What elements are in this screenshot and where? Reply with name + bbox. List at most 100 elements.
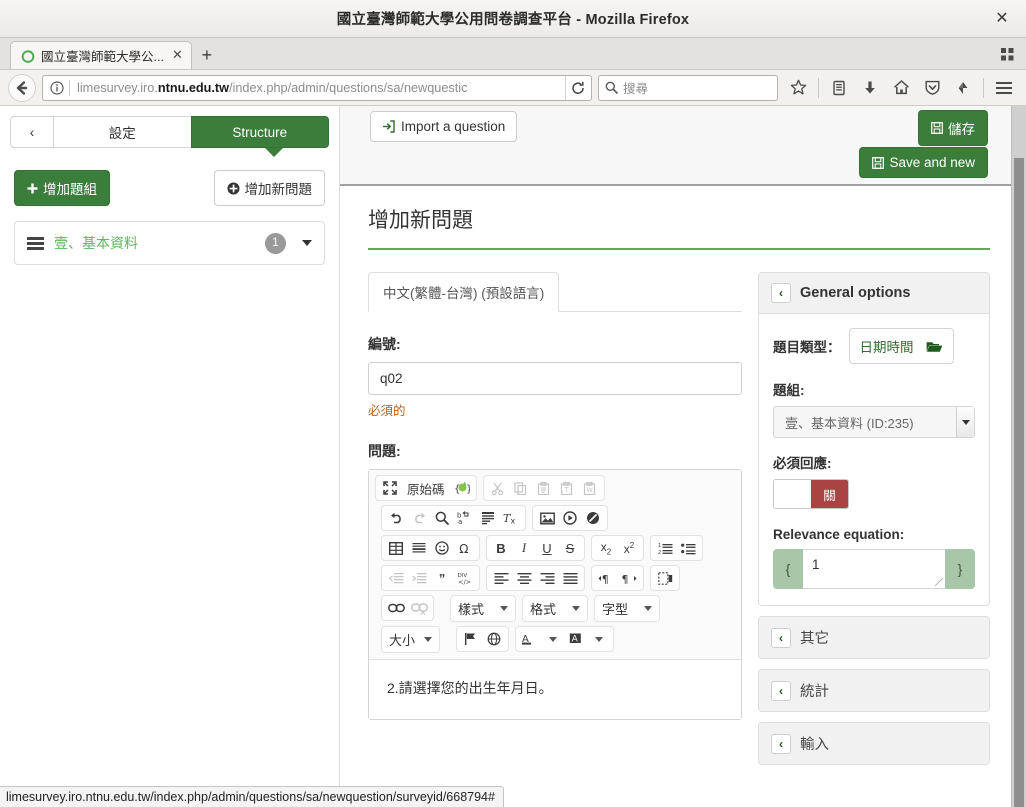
size-combo[interactable]: 大小 (381, 626, 441, 653)
chevron-left-icon[interactable]: ‹ (771, 680, 791, 701)
add-new-question-button[interactable]: 增加新問題 (213, 170, 325, 206)
sidebar-collapse-button[interactable]: ‹ (10, 116, 54, 148)
list-item[interactable]: 壹、基本資料 1 (14, 221, 325, 265)
styles-combo[interactable]: 樣式 (450, 595, 517, 622)
chevron-left-icon[interactable]: ‹ (771, 733, 791, 754)
flash-icon[interactable] (582, 508, 604, 528)
horizontal-rule-icon[interactable] (408, 538, 430, 558)
maximize-icon[interactable] (379, 478, 401, 498)
tab-default-language[interactable]: 中文(繁體-台灣) (預設語言) (368, 272, 560, 312)
other-options-header[interactable]: ‹ 其它 (759, 617, 989, 658)
image-icon[interactable] (536, 508, 558, 528)
import-question-button[interactable]: Import a question (370, 111, 518, 142)
subscript-icon[interactable]: x2 (595, 538, 617, 558)
input-options-header[interactable]: ‹ 輸入 (759, 723, 989, 764)
select-all-icon[interactable] (477, 508, 499, 528)
format-combo[interactable]: 格式 (522, 595, 589, 622)
save-and-new-button[interactable]: Save and new (859, 147, 988, 178)
text-color-caret-icon[interactable] (542, 629, 564, 649)
shield-icon[interactable] (918, 75, 946, 101)
media-embed-icon[interactable] (559, 508, 581, 528)
page-info-icon[interactable] (49, 80, 65, 96)
mandatory-toggle-on[interactable]: 關 (811, 480, 848, 508)
browser-tab[interactable]: 國立臺灣師範大學公... ✕ (10, 41, 192, 69)
superscript-icon[interactable]: x2 (618, 538, 640, 558)
bookmark-star-icon[interactable] (784, 75, 812, 101)
save-button[interactable]: 儲存 (918, 110, 988, 146)
code-input[interactable] (368, 362, 742, 395)
general-options-header[interactable]: ‹ General options (759, 273, 989, 314)
question-text-editable[interactable]: 2.請選擇您的出生年月日。 (369, 659, 741, 719)
list-all-tabs-icon[interactable] (996, 43, 1018, 65)
new-tab-button[interactable]: + (192, 41, 222, 69)
library-icon[interactable] (825, 75, 853, 101)
mandatory-toggle[interactable]: 關 (773, 479, 849, 509)
url-bar[interactable]: limesurvey.iro.ntnu.edu.tw/index.php/adm… (42, 74, 592, 101)
paste-as-text-icon[interactable]: T (556, 478, 578, 498)
question-type-button[interactable]: 日期時間 (848, 328, 954, 364)
blockquote-icon[interactable]: ” (431, 568, 453, 588)
indent-icon[interactable] (408, 568, 430, 588)
chevron-left-icon[interactable]: ‹ (771, 283, 791, 303)
link-icon[interactable] (385, 598, 407, 618)
mandatory-toggle-off[interactable] (774, 480, 811, 508)
search-input[interactable]: 搜尋 (623, 78, 648, 97)
strikethrough-icon[interactable]: S (559, 538, 581, 558)
align-center-icon[interactable] (513, 568, 535, 588)
page-break-icon[interactable] (654, 568, 676, 588)
underline-icon[interactable]: U (536, 538, 558, 558)
other-options-card[interactable]: ‹ 其它 (758, 616, 990, 659)
smiley-icon[interactable] (431, 538, 453, 558)
search-bar[interactable]: 搜尋 (598, 74, 778, 101)
background-color-icon[interactable]: A (565, 629, 587, 649)
flag-icon[interactable] (460, 629, 482, 649)
reload-icon[interactable] (565, 75, 589, 100)
cut-icon[interactable] (487, 478, 509, 498)
paste-from-word-icon[interactable]: W (579, 478, 601, 498)
templates-icon[interactable]: { } (451, 478, 473, 498)
downloads-icon[interactable] (856, 75, 884, 101)
unlink-icon[interactable] (408, 598, 430, 618)
undo-icon[interactable] (385, 508, 407, 528)
add-question-group-button[interactable]: 增加題組 (14, 170, 110, 206)
tab-close-icon[interactable]: ✕ (170, 48, 185, 63)
text-direction-rtl-icon[interactable]: ¶ (618, 568, 640, 588)
resize-grip-icon[interactable] (935, 578, 943, 586)
special-character-icon[interactable]: Ω (454, 538, 476, 558)
back-button-icon[interactable] (8, 73, 36, 102)
numbered-list-icon[interactable]: 1 2 (654, 538, 676, 558)
statistics-options-header[interactable]: ‹ 統計 (759, 670, 989, 711)
bold-icon[interactable]: B (490, 538, 512, 558)
remove-format-icon[interactable]: T x (500, 508, 522, 528)
table-icon[interactable] (385, 538, 407, 558)
text-color-icon[interactable]: A (519, 629, 541, 649)
chevron-down-icon[interactable] (302, 240, 312, 246)
tab-structure[interactable]: Structure (190, 116, 329, 148)
statistics-options-card[interactable]: ‹ 統計 (758, 669, 990, 712)
outdent-icon[interactable] (385, 568, 407, 588)
globe-icon[interactable] (483, 629, 505, 649)
italic-icon[interactable]: I (513, 538, 535, 558)
drag-handle-icon[interactable] (27, 236, 44, 250)
source-code-button[interactable]: 原始碼 (402, 478, 450, 498)
font-combo[interactable]: 字型 (594, 595, 661, 622)
text-direction-ltr-icon[interactable]: ¶ (595, 568, 617, 588)
create-div-icon[interactable]: DIV </> (454, 568, 476, 588)
chevron-left-icon[interactable]: ‹ (771, 627, 791, 648)
align-left-icon[interactable] (490, 568, 512, 588)
tab-settings[interactable]: 設定 (53, 116, 192, 148)
scrollbar-thumb[interactable] (1014, 158, 1024, 807)
home-icon[interactable] (887, 75, 915, 101)
background-color-caret-icon[interactable] (588, 629, 610, 649)
question-group-select[interactable]: 壹、基本資料 (ID:235) (773, 406, 975, 438)
align-justify-icon[interactable] (559, 568, 581, 588)
window-close-button[interactable]: ✕ (992, 9, 1012, 29)
copy-icon[interactable] (510, 478, 532, 498)
input-options-card[interactable]: ‹ 輸入 (758, 722, 990, 765)
align-right-icon[interactable] (536, 568, 558, 588)
relevance-equation-input[interactable]: 1 (803, 549, 945, 589)
redo-icon[interactable] (408, 508, 430, 528)
replace-icon[interactable]: b a (454, 508, 476, 528)
sync-icon[interactable] (949, 75, 977, 101)
find-icon[interactable] (431, 508, 453, 528)
